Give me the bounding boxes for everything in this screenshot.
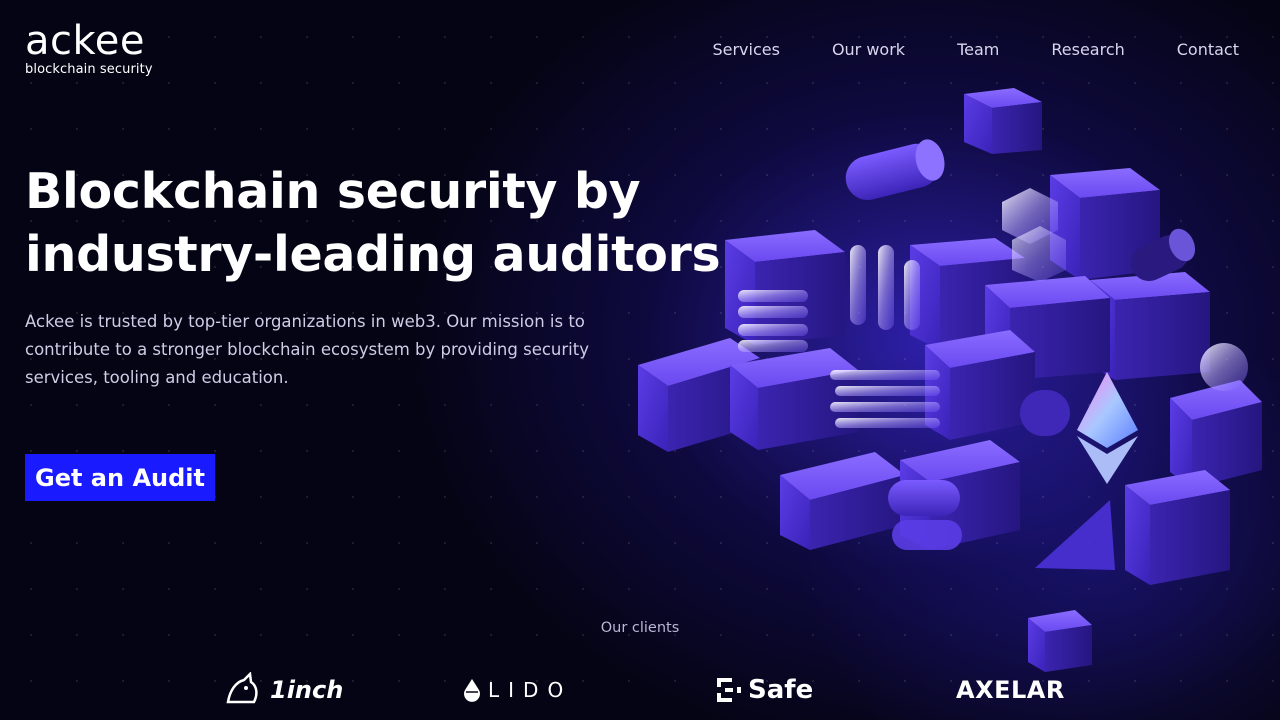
- safe-icon: [716, 677, 742, 703]
- clients-label: Our clients: [600, 620, 680, 636]
- prism-shape: [1035, 500, 1115, 570]
- cube-shape: [780, 452, 905, 550]
- cylinder-shape: [845, 139, 945, 201]
- capsule-shape: [1020, 390, 1070, 436]
- drop-icon: [462, 677, 482, 703]
- client-logo-axelar[interactable]: AXELAR: [956, 670, 1065, 710]
- logo-wordmark: ackee: [25, 18, 145, 64]
- blockchain-cubes-illustration: [638, 88, 1262, 672]
- get-an-audit-button[interactable]: Get an Audit: [25, 454, 215, 501]
- client-name-axelar: AXELAR: [956, 676, 1065, 704]
- cube-shape: [964, 88, 1042, 154]
- client-logo-1inch[interactable]: 1inch: [224, 670, 343, 710]
- main-nav: Services Our work Team Research Contact: [660, 40, 1239, 59]
- hero-title: Blockchain security by industry-leading …: [25, 160, 725, 286]
- cube-shape: [1125, 470, 1230, 585]
- nav-services[interactable]: Services: [712, 40, 779, 59]
- client-name-1inch: 1inch: [270, 676, 344, 704]
- clients-logo-row: 1inch LIDO Safe AXELAR: [0, 670, 1280, 710]
- client-name-lido: LIDO: [488, 678, 573, 702]
- nav-our-work[interactable]: Our work: [832, 40, 905, 59]
- ackee-logo[interactable]: ackee blockchain security: [25, 18, 153, 78]
- client-logo-lido[interactable]: LIDO: [462, 670, 572, 710]
- glass-usdc-symbol-icon: [850, 245, 920, 330]
- ethereum-icon: [1077, 372, 1138, 484]
- cube-shape: [925, 330, 1035, 440]
- hero-subtitle: Ackee is trusted by top-tier organizatio…: [25, 312, 589, 387]
- cube-shape: [1170, 380, 1262, 488]
- client-name-safe: Safe: [748, 675, 814, 705]
- hero-title-line-1: Blockchain security by: [25, 163, 641, 220]
- cube-shape: [730, 348, 858, 450]
- client-logo-safe[interactable]: Safe: [716, 670, 813, 710]
- capsule-shape: [892, 520, 962, 550]
- hero-title-line-2: industry-leading auditors: [25, 226, 721, 283]
- nav-contact[interactable]: Contact: [1177, 40, 1239, 59]
- unicorn-icon: [224, 672, 264, 708]
- nav-team[interactable]: Team: [957, 40, 999, 59]
- glass-sphere-shape: [1200, 343, 1248, 391]
- logo-tagline: blockchain security: [25, 62, 153, 77]
- nav-research[interactable]: Research: [1051, 40, 1124, 59]
- capsule-shape: [888, 480, 960, 516]
